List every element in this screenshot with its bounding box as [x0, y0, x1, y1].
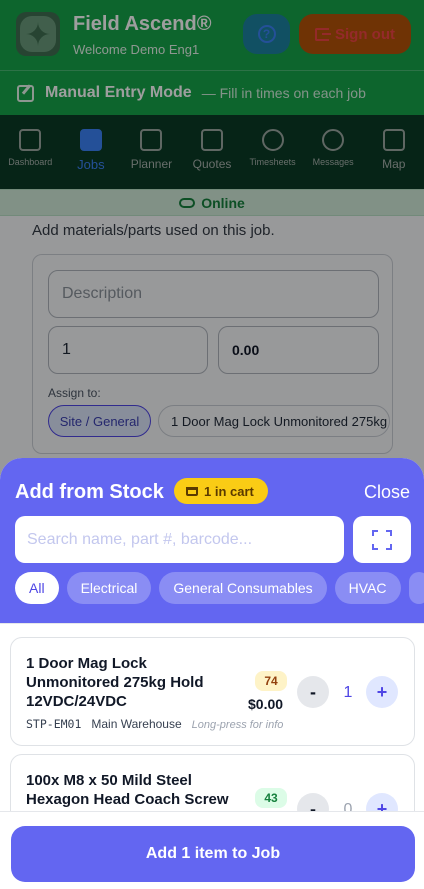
- category-chip-more[interactable]: [408, 572, 424, 604]
- category-chip-general-consumables[interactable]: General Consumables: [159, 572, 327, 604]
- decrease-quantity-button[interactable]: -: [297, 676, 329, 708]
- item-quantity: 1: [343, 684, 353, 701]
- add-from-stock-sheet: Add from Stock 1 in cart Close All Elect…: [0, 458, 424, 889]
- long-press-hint: Long-press for info: [191, 719, 284, 731]
- increase-quantity-button[interactable]: +: [366, 676, 398, 708]
- close-button[interactable]: Close: [364, 482, 410, 503]
- add-items-to-job-button[interactable]: Add 1 item to Job: [11, 826, 415, 882]
- item-price: $0.00: [248, 696, 284, 712]
- stock-search-input[interactable]: [15, 516, 344, 563]
- item-sku: STP-EM01: [26, 717, 82, 731]
- stock-count-badge: 74: [255, 671, 287, 691]
- sheet-footer: Add 1 item to Job: [0, 811, 424, 889]
- item-location: Main Warehouse: [91, 717, 182, 731]
- category-filters: All Electrical General Consumables HVAC: [15, 572, 424, 604]
- list-item[interactable]: 1 Door Mag Lock Unmonitored 275kg Hold 1…: [10, 637, 415, 746]
- cart-count: 1 in cart: [204, 483, 254, 499]
- category-chip-all[interactable]: All: [15, 572, 59, 604]
- stock-count-badge: 43: [255, 788, 287, 808]
- item-meta: STP-EM01 Main Warehouse Long-press for i…: [26, 717, 283, 731]
- cart-icon: [186, 486, 198, 496]
- cart-badge: 1 in cart: [174, 478, 268, 504]
- category-chip-hvac[interactable]: HVAC: [334, 572, 401, 604]
- sheet-header: Add from Stock 1 in cart Close All Elect…: [0, 458, 424, 623]
- scan-icon: [372, 529, 392, 550]
- stock-search: [15, 516, 344, 563]
- barcode-scan-button[interactable]: [353, 516, 411, 563]
- item-name: 1 Door Mag Lock Unmonitored 275kg Hold 1…: [26, 655, 204, 710]
- category-chip-electrical[interactable]: Electrical: [66, 572, 152, 604]
- sheet-title: Add from Stock: [15, 481, 164, 503]
